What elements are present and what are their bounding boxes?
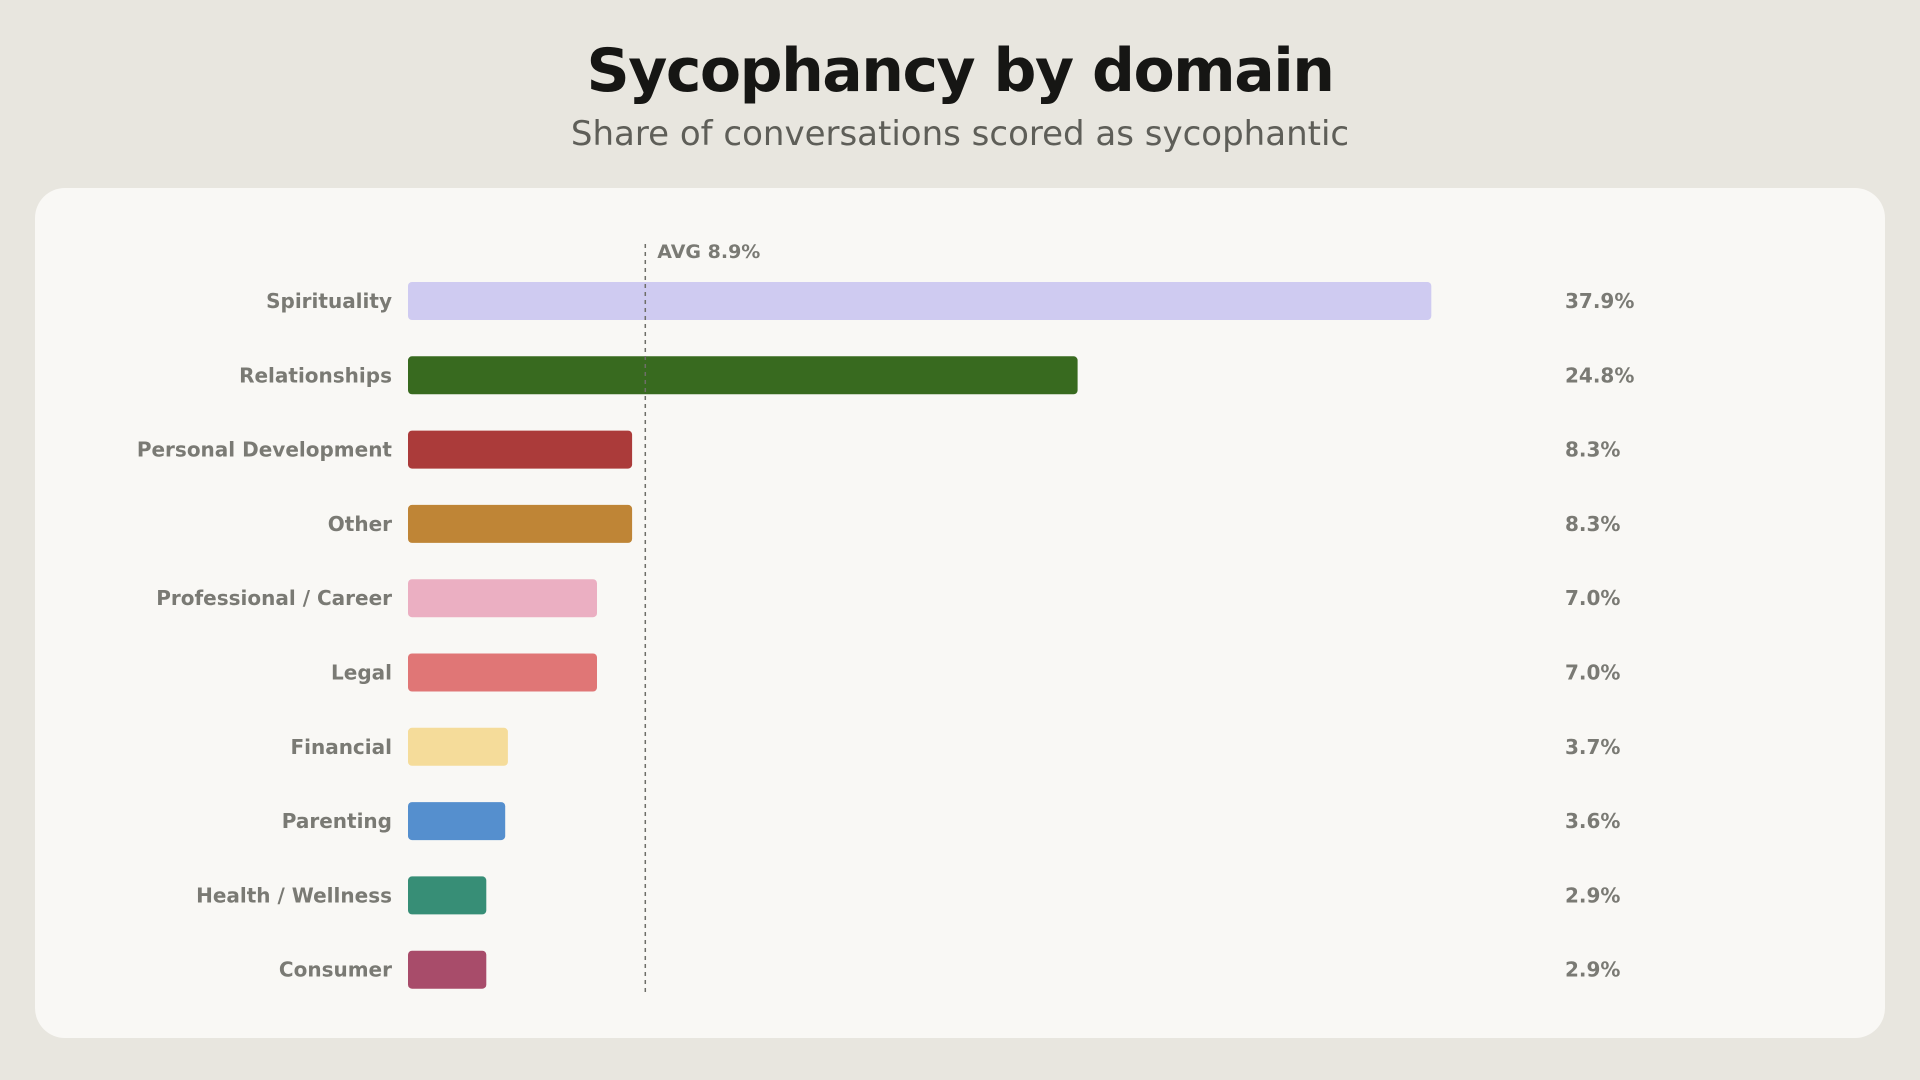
category-label: Personal Development xyxy=(137,438,393,462)
category-label: Spirituality xyxy=(266,289,392,313)
category-label: Health / Wellness xyxy=(196,883,392,907)
category-label: Other xyxy=(328,512,392,536)
category-label: Relationships xyxy=(239,363,392,387)
value-label: 3.6% xyxy=(1565,809,1620,833)
bar-professional-career xyxy=(408,579,597,618)
bar-legal xyxy=(408,653,597,692)
bar-consumer xyxy=(408,950,487,989)
chart-subtitle: Share of conversations scored as sycopha… xyxy=(570,114,1350,154)
bar-health-wellness xyxy=(408,876,487,915)
category-label: Consumer xyxy=(279,958,392,982)
category-label: Financial xyxy=(290,735,392,759)
value-label: 8.3% xyxy=(1565,512,1620,536)
bar-parenting xyxy=(408,802,506,841)
category-label: Professional / Career xyxy=(156,586,392,610)
bar-personal-development xyxy=(408,430,633,469)
average-label: AVG 8.9% xyxy=(657,241,760,263)
value-label: 8.3% xyxy=(1565,438,1620,462)
bar-financial xyxy=(408,727,508,766)
value-label: 37.9% xyxy=(1565,289,1634,313)
category-label: Parenting xyxy=(282,809,392,833)
bar-chart: AVG 8.9% Spirituality 37.9% Relationships 2… xyxy=(137,241,1634,996)
category-label: Legal xyxy=(331,661,392,685)
chart-card: AVG 8.9% Spirituality 37.9% Relationships 2… xyxy=(35,188,1885,1038)
value-label: 7.0% xyxy=(1565,586,1620,610)
bar-relationships xyxy=(408,356,1078,395)
value-label: 24.8% xyxy=(1565,363,1634,387)
value-label: 2.9% xyxy=(1565,958,1620,982)
value-label: 7.0% xyxy=(1565,661,1620,685)
bar-other xyxy=(408,504,633,543)
value-label: 3.7% xyxy=(1565,735,1620,759)
bar-spirituality xyxy=(408,282,1432,320)
value-label: 2.9% xyxy=(1565,883,1620,907)
chart-title: Sycophancy by domain xyxy=(586,36,1335,106)
